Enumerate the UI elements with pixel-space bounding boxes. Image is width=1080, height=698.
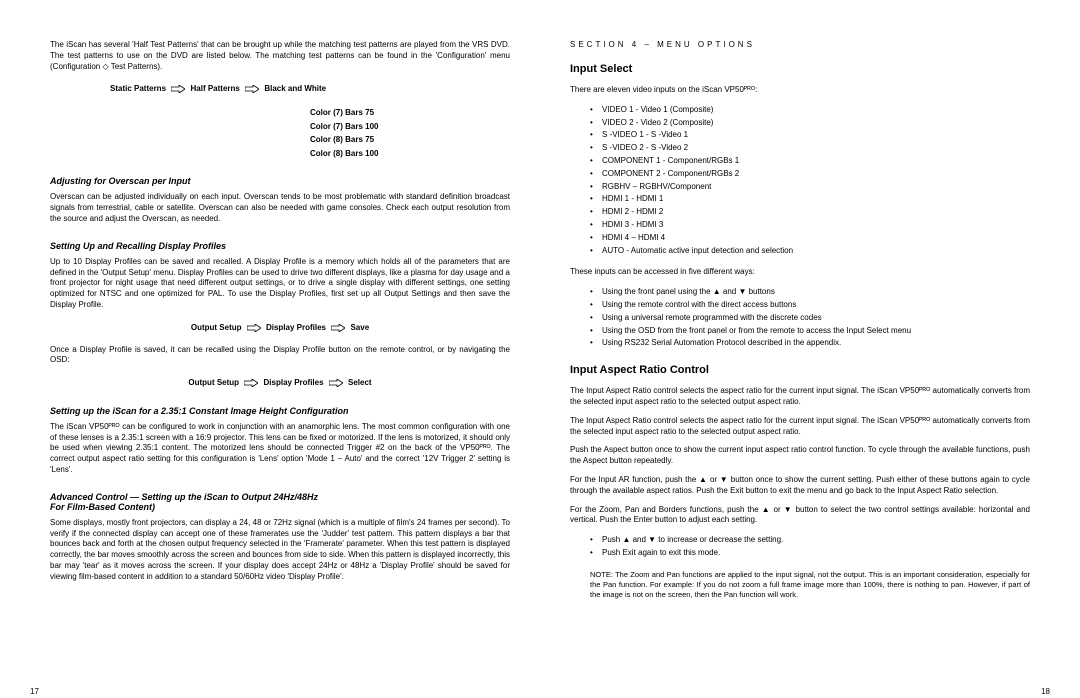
page-right: SECTION 4 – MENU OPTIONS Input Select Th… <box>540 40 1050 678</box>
para-aspect4: For the Input AR function, push the ▲ or… <box>570 475 1030 497</box>
access-list: Using the front panel using the ▲ and ▼ … <box>570 286 1030 350</box>
para-aspect5: For the Zoom, Pan and Borders functions,… <box>570 505 1030 527</box>
controls-list: Push ▲ and ▼ to increase or decrease the… <box>570 534 1030 560</box>
para-aspect1: The Input Aspect Ratio control selects t… <box>570 386 1030 408</box>
pattern-list: Color (7) Bars 75 Color (7) Bars 100 Col… <box>310 106 510 160</box>
para-profiles2: Once a Display Profile is saved, it can … <box>50 345 510 367</box>
nav-path-2: Output Setup Display Profiles Save <box>50 321 510 335</box>
nav-path-1: Static Patterns Half Patterns Black and … <box>110 82 510 96</box>
para-overscan: Overscan can be adjusted individually on… <box>50 192 510 224</box>
arrow-icon <box>247 321 261 335</box>
page-number: 17 <box>30 687 39 696</box>
arrow-icon <box>244 376 258 390</box>
page-number: 18 <box>1041 687 1050 696</box>
section-header: SECTION 4 – MENU OPTIONS <box>570 40 1030 49</box>
note-box: NOTE: The Zoom and Pan functions are app… <box>570 570 1030 600</box>
nav-path-3: Output Setup Display Profiles Select <box>50 376 510 390</box>
para-aspect2: The Input Aspect Ratio control selects t… <box>570 416 1030 438</box>
arrow-icon <box>331 321 345 335</box>
para-adv: Some displays, mostly front projectors, … <box>50 518 510 583</box>
intro-text: The iScan has several 'Half Test Pattern… <box>50 40 510 72</box>
arrow-icon <box>329 376 343 390</box>
para-profiles: Up to 10 Display Profiles can be saved a… <box>50 257 510 311</box>
heading-input-select: Input Select <box>570 63 1030 75</box>
input-list: VIDEO 1 - Video 1 (Composite) VIDEO 2 - … <box>570 104 1030 258</box>
para-access: These inputs can be accessed in five dif… <box>570 267 1030 278</box>
heading-adv: Advanced Control — Setting up the iScan … <box>50 492 510 512</box>
heading-overscan: Adjusting for Overscan per Input <box>50 176 510 186</box>
para-input: There are eleven video inputs on the iSc… <box>570 85 1030 96</box>
page-left: The iScan has several 'Half Test Pattern… <box>30 40 540 678</box>
para-aspect3: Push the Aspect button once to show the … <box>570 445 1030 467</box>
arrow-icon <box>245 82 259 96</box>
arrow-icon <box>171 82 185 96</box>
heading-aspect: Input Aspect Ratio Control <box>570 364 1030 376</box>
heading-235: Setting up the iScan for a 2.35:1 Consta… <box>50 406 510 416</box>
heading-profiles: Setting Up and Recalling Display Profile… <box>50 241 510 251</box>
para-235: The iScan VP50ᴾᴿᴼ can be configured to w… <box>50 422 510 476</box>
